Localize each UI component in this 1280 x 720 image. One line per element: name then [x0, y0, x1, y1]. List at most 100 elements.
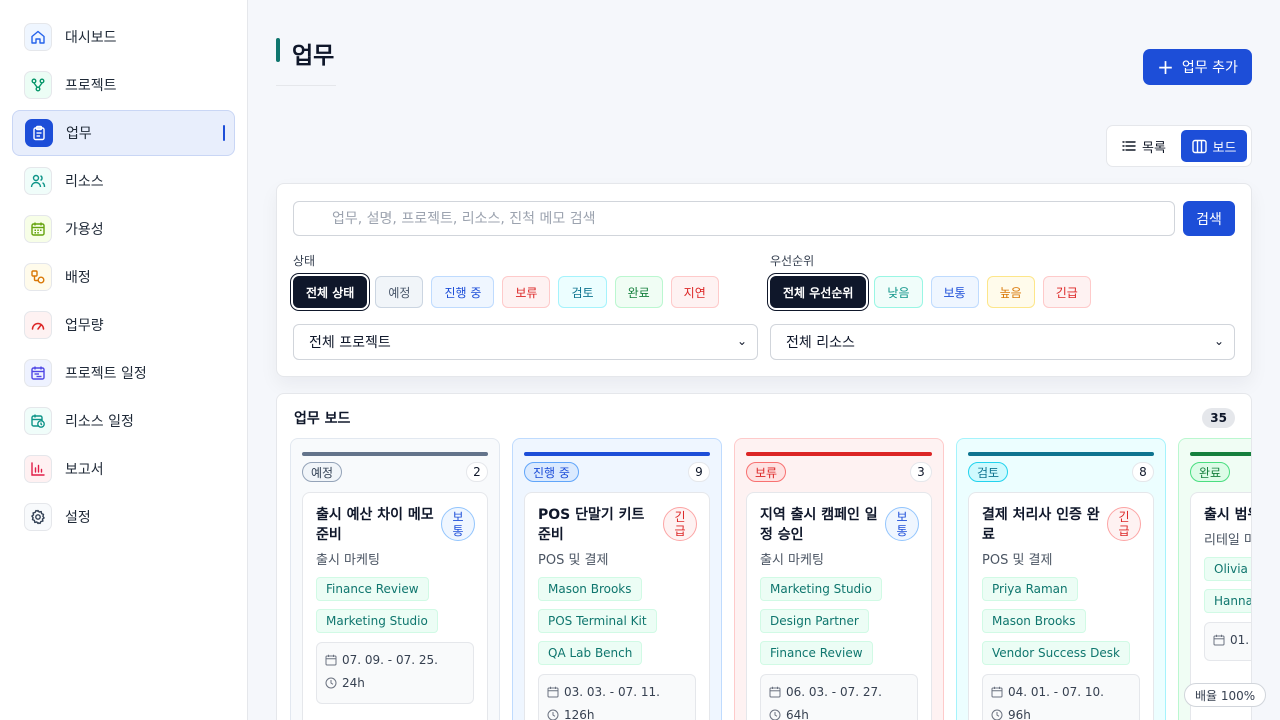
priority-filter-chip[interactable]: 높음 [986, 276, 1035, 308]
resource-tag: POS Terminal Kit [538, 609, 657, 633]
resource-tag: Finance Review [316, 577, 429, 601]
hours-row: 96h [991, 705, 1131, 720]
resource-select[interactable]: 전체 리소스 ⌄ [770, 324, 1235, 360]
status-chip-group: 전체 상태 예정 진행 중 보류 검토 완료 지연 [293, 276, 719, 308]
add-task-button[interactable]: + 업무 추가 [1143, 49, 1252, 85]
column-status-badge: 진행 중 [524, 462, 579, 482]
clock-icon [991, 709, 1003, 720]
column-status-strip [968, 452, 1154, 456]
users-icon [24, 167, 52, 195]
sidebar-item-assignment[interactable]: 배정 [12, 254, 235, 300]
estimated-hours: 96h [1008, 707, 1031, 720]
priority-badge: 긴급 [663, 507, 697, 541]
hours-row: 64h [769, 705, 909, 720]
sidebar-item-gear[interactable]: 설정 [12, 494, 235, 540]
column-header: 완료 [1190, 462, 1251, 482]
sidebar-item-project-branch[interactable]: 프로젝트 [12, 62, 235, 108]
estimated-hours: 64h [786, 707, 809, 720]
priority-filter-chip[interactable]: 전체 우선순위 [770, 276, 867, 308]
date-range: 03. 03. - 07. 11. [564, 684, 660, 699]
resource-tag: Mason Brooks [982, 609, 1086, 633]
resource-tags: Marketing Studio Design Partner Finance Re… [760, 577, 918, 665]
sidebar-item-gauge[interactable]: 업무량 [12, 302, 235, 348]
board-view-label: 보드 [1212, 140, 1237, 156]
resource-tag: Marketing Studio [760, 577, 882, 601]
task-title: 출시 예산 차이 메모 준비 [316, 507, 434, 543]
sidebar-item-resource-schedule[interactable]: 리소스 일정 [12, 398, 235, 444]
calendar-icon [325, 654, 337, 665]
task-project: 리테일 마 [1204, 533, 1252, 548]
resource-tag: Hannal [1204, 589, 1251, 613]
column-header: 진행 중 9 [524, 462, 710, 482]
add-task-label: 업무 추가 [1181, 60, 1238, 76]
search-input[interactable] [293, 201, 1175, 236]
sidebar-item-project-schedule[interactable]: 프로젝트 일정 [12, 350, 235, 396]
main-content: 업무 + 업무 추가 목록 보드 검색 상태 전체 상태예정진행 중보류검토완료… [248, 0, 1280, 720]
column-status-badge: 검토 [968, 462, 1009, 482]
date-range: 04. 01. - 07. 10. [1008, 684, 1104, 699]
board-column: 보류 3 지역 출시 캠페인 일정 승인 보통 출시 마케팅 Marketing Stud… [734, 438, 944, 720]
task-card[interactable]: POS 단말기 키트 준비 긴급 POS 및 결제 Mason Brooks POS T… [524, 492, 710, 720]
sidebar-item-label: 리소스 일정 [65, 414, 134, 430]
date-range: 01. [1230, 632, 1250, 647]
task-card[interactable]: 지역 출시 캠페인 일정 승인 보통 출시 마케팅 Marketing Studio D… [746, 492, 932, 720]
priority-badge: 긴급 [1107, 507, 1141, 541]
project-select[interactable]: 전체 프로젝트 ⌄ [293, 324, 758, 360]
zoom-indicator[interactable]: 배율 100% [1184, 683, 1267, 707]
clipboard-icon [25, 119, 53, 147]
priority-filter-chip[interactable]: 긴급 [1042, 276, 1091, 308]
sidebar-item-bar-chart[interactable]: 보고서 [12, 446, 235, 492]
gear-icon [24, 503, 52, 531]
task-card[interactable]: 출시 예산 차이 메모 준비 보통 출시 마케팅 Finance Review Mark… [302, 492, 488, 720]
sidebar: 대시보드 프로젝트 업무리소스가용성배정 업무량 프로젝트 일정리소스 일정보고서설정 [0, 0, 248, 720]
chevron-down-icon: ⌄ [1213, 334, 1224, 348]
sidebar-item-clipboard[interactable]: 업무 [12, 110, 235, 156]
search-button[interactable]: 검색 [1183, 201, 1235, 236]
resource-tag: Vendor Success Desk [982, 641, 1130, 665]
bar-chart-icon [24, 455, 52, 483]
column-status-strip [746, 452, 932, 456]
resource-select-value: 전체 리소스 [786, 335, 855, 351]
status-filter-chip[interactable]: 지연 [670, 276, 719, 308]
project-branch-icon [24, 71, 52, 99]
date-range: 06. 03. - 07. 27. [786, 684, 882, 699]
hours-row: 126h [547, 705, 687, 720]
status-filter-chip[interactable]: 진행 중 [431, 276, 495, 308]
status-filter-chip[interactable]: 전체 상태 [293, 276, 368, 308]
sidebar-item-calendar[interactable]: 가용성 [12, 206, 235, 252]
sidebar-item-home[interactable]: 대시보드 [12, 14, 235, 60]
board-column: 진행 중 9 POS 단말기 키트 준비 긴급 POS 및 결제 Mason Brooks… [512, 438, 722, 720]
resource-tags: Mason Brooks POS Terminal Kit QA Lab Bench [538, 577, 696, 665]
resource-tag: Olivia C [1204, 557, 1251, 581]
resource-tag: Finance Review [760, 641, 873, 665]
resource-tag: Priya Raman [982, 577, 1078, 601]
resource-tag: Marketing Studio [316, 609, 438, 633]
list-view-button[interactable]: 목록 [1111, 130, 1177, 162]
list-view-label: 목록 [1142, 140, 1166, 156]
sidebar-item-users[interactable]: 리소스 [12, 158, 235, 204]
board-column: 검토 8 결제 처리사 인증 완료 긴급 POS 및 결제 Priya Raman Maso… [956, 438, 1166, 720]
sidebar-item-label: 보고서 [65, 462, 104, 478]
clock-icon [547, 709, 559, 720]
home-icon [24, 23, 52, 51]
chevron-down-icon: ⌄ [736, 334, 747, 348]
task-project: 출시 마케팅 [760, 553, 824, 568]
board-view-button[interactable]: 보드 [1181, 130, 1247, 162]
status-filter-chip[interactable]: 보류 [502, 276, 551, 308]
status-filter-chip[interactable]: 완료 [614, 276, 663, 308]
priority-filter-chip[interactable]: 낮음 [874, 276, 923, 308]
resource-tag: Design Partner [760, 609, 869, 633]
hours-row: 24h [325, 673, 465, 692]
sidebar-item-label: 가용성 [65, 222, 104, 238]
task-card[interactable]: 결제 처리사 인증 완료 긴급 POS 및 결제 Priya Raman Mason B… [968, 492, 1154, 720]
sidebar-item-label: 리소스 [65, 174, 104, 190]
column-count: 9 [688, 462, 710, 482]
priority-badge: 보통 [885, 507, 919, 541]
priority-filter-chip[interactable]: 보통 [930, 276, 979, 308]
status-filter-chip[interactable]: 검토 [558, 276, 607, 308]
gauge-icon [24, 311, 52, 339]
assignment-icon [24, 263, 52, 291]
resource-tags: Priya Raman Mason Brooks Vendor Success De… [982, 577, 1140, 665]
status-filter-chip[interactable]: 예정 [375, 276, 424, 308]
columns-icon [1191, 139, 1207, 153]
